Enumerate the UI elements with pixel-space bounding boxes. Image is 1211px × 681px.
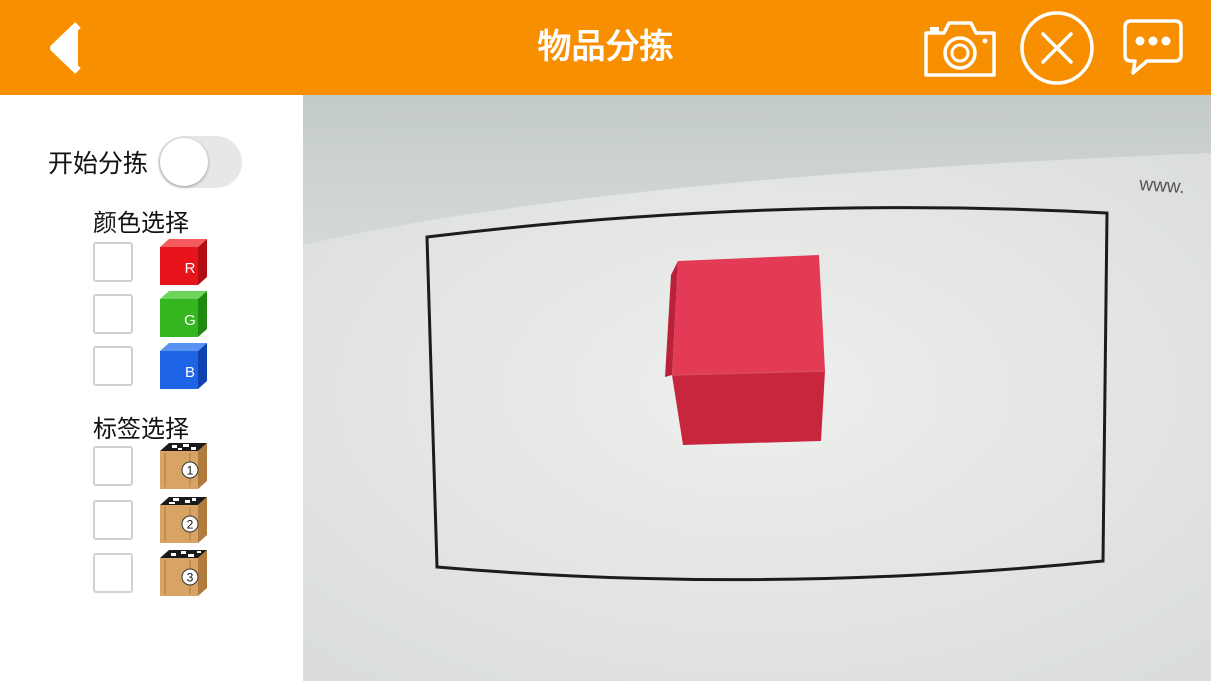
svg-text:3: 3: [187, 571, 194, 585]
svg-text:www.: www.: [1138, 174, 1186, 198]
back-button[interactable]: [36, 18, 96, 78]
start-sort-label: 开始分拣: [48, 149, 149, 178]
color-green-checkbox[interactable]: [93, 294, 133, 334]
svg-text:2: 2: [187, 518, 194, 532]
svg-text:B: B: [185, 364, 195, 381]
tag-2-checkbox[interactable]: [93, 500, 133, 540]
tag-3-checkbox[interactable]: [93, 553, 133, 593]
start-sort-row: 开始分拣: [48, 135, 243, 189]
top-bar: 物品分拣: [0, 0, 1211, 95]
start-sort-toggle[interactable]: [158, 136, 243, 188]
color-blue-checkbox[interactable]: [93, 346, 133, 386]
blue-cube-icon: B: [157, 341, 209, 391]
camera-icon: [924, 21, 996, 77]
tag-section-label: 标签选择: [93, 415, 189, 443]
tag-cube-1-icon: 1: [157, 441, 209, 491]
camera-button[interactable]: [920, 12, 1000, 84]
toggle-knob: [160, 138, 209, 186]
tag-option-3: 3: [93, 550, 209, 596]
control-panel: 开始分拣 颜色选择 R G B 标签选择 1 2 3: [0, 95, 303, 681]
color-option-blue: B: [93, 343, 209, 389]
color-red-checkbox[interactable]: [93, 242, 133, 282]
tag-cube-3-icon: 3: [157, 548, 209, 598]
svg-text:1: 1: [187, 464, 194, 478]
message-button[interactable]: [1117, 12, 1189, 84]
close-button[interactable]: [1017, 11, 1097, 85]
svg-text:R: R: [185, 260, 196, 277]
color-option-red: R: [93, 239, 209, 285]
tag-option-1: 1: [93, 443, 209, 489]
message-icon: [1123, 19, 1183, 75]
tag-option-2: 2: [93, 497, 209, 543]
color-section-label: 颜色选择: [93, 209, 189, 237]
green-cube-icon: G: [157, 289, 209, 339]
tag-1-checkbox[interactable]: [93, 446, 133, 486]
svg-text:G: G: [184, 312, 196, 329]
camera-image: www.: [303, 95, 1211, 681]
color-option-green: G: [93, 291, 209, 337]
back-arrow-icon: [50, 22, 81, 74]
camera-feed: www.: [303, 95, 1211, 681]
close-circle-icon: [1020, 11, 1094, 85]
red-cube-icon: R: [157, 237, 209, 287]
tag-cube-2-icon: 2: [157, 495, 209, 545]
